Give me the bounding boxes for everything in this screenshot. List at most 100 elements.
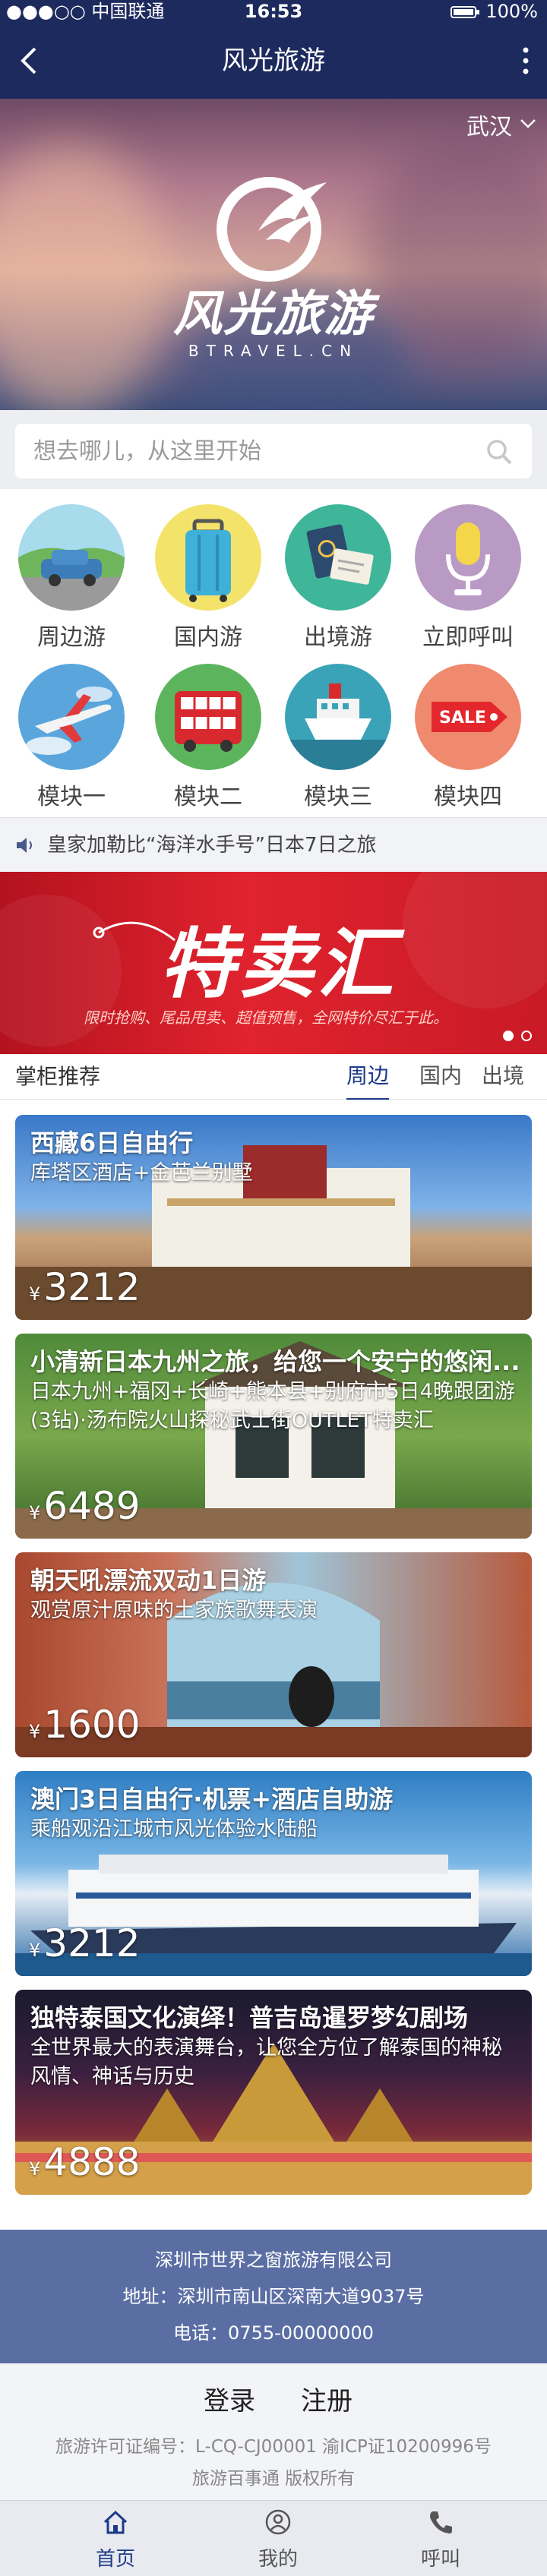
card-price: ¥4888 bbox=[29, 2140, 141, 2184]
company-name: 深圳市世界之窗旅游有限公司 bbox=[155, 2249, 392, 2271]
product-card[interactable]: 朝天吼漂流双动1日游 观赏原汁原味的土家族歌舞表演 ¥1600 bbox=[15, 1552, 532, 1757]
logo-subtext: BTRAVEL.CN bbox=[188, 342, 359, 360]
product-card[interactable]: 独特泰国文化演绎！普吉岛暹罗梦幻剧场 全世界最大的表演舞台，让您全方位了解泰国的… bbox=[15, 1990, 532, 2195]
status-bar: ●●●○○ 中国联通 16:53 100% bbox=[0, 0, 547, 23]
carousel-dot[interactable] bbox=[503, 1031, 514, 1041]
company-address: 地址：深圳市南山区深南大道9037号 bbox=[122, 2286, 425, 2307]
search-section bbox=[0, 410, 547, 489]
tab-zhoubian[interactable]: 周边 bbox=[346, 1054, 390, 1100]
card-price: ¥3212 bbox=[29, 1921, 141, 1965]
currency-symbol: ¥ bbox=[29, 1283, 41, 1305]
price-value: 4888 bbox=[43, 2140, 141, 2184]
register-link[interactable]: 注册 bbox=[301, 2380, 353, 2417]
module-chujing[interactable]: 出境游 bbox=[274, 489, 403, 651]
notice-text: 皇家加勒比“海洋水手号”日本7日之旅 bbox=[47, 834, 377, 857]
tab-label: 首页 bbox=[95, 2548, 135, 2571]
account-links: 登录 注册 旅游许可证编号：L-CQ-CJ00001 渝ICP证10200996… bbox=[0, 2363, 547, 2500]
module-1[interactable]: 模块一 bbox=[7, 649, 136, 810]
ship-icon bbox=[285, 683, 391, 770]
tab-label: 我的 bbox=[258, 2548, 298, 2571]
card-title: 小清新日本九州之旅，给您一个安宁的悠闲... bbox=[30, 1347, 520, 1376]
logo-icon bbox=[217, 177, 327, 282]
search-box bbox=[15, 424, 532, 478]
bottom-tab-bar: 首页 我的 呼叫 bbox=[0, 2500, 547, 2576]
module-zhoubian[interactable]: 周边游 bbox=[7, 489, 136, 651]
phone-icon bbox=[430, 2511, 452, 2533]
module-label: 模块三 bbox=[304, 784, 372, 810]
price-value: 6489 bbox=[43, 1484, 141, 1528]
banner-headline: 特卖汇 bbox=[160, 920, 397, 1009]
tab-label: 呼叫 bbox=[420, 2548, 460, 2571]
tab-guonei[interactable]: 国内 bbox=[419, 1054, 462, 1098]
currency-symbol: ¥ bbox=[29, 1502, 41, 1523]
module-3[interactable]: 模块三 bbox=[274, 649, 403, 810]
suitcase-icon bbox=[185, 519, 231, 602]
tab-mine[interactable]: 我的 bbox=[232, 2501, 324, 2576]
tab-call[interactable]: 呼叫 bbox=[395, 2501, 486, 2576]
card-subtitle: 观赏原汁原味的土家族歌舞表演 bbox=[30, 1599, 318, 1622]
search-input[interactable] bbox=[33, 424, 474, 478]
recommend-header: 掌柜推荐 周边 国内 出境 bbox=[0, 1054, 547, 1100]
currency-symbol: ¥ bbox=[29, 1940, 41, 1961]
copyright-text: 旅游百事通 版权所有 bbox=[191, 2469, 356, 2489]
license-text: 旅游许可证编号：L-CQ-CJ00001 渝ICP证10200996号 bbox=[55, 2437, 492, 2457]
card-title: 西藏6日自由行 bbox=[30, 1129, 194, 1157]
module-call[interactable]: 立即呼叫 bbox=[403, 489, 533, 651]
home-icon bbox=[103, 2510, 128, 2534]
currency-symbol: ¥ bbox=[29, 1721, 41, 1742]
module-guonei[interactable]: 国内游 bbox=[144, 489, 273, 651]
page-title: 风光旅游 bbox=[222, 46, 325, 76]
chevron-down-icon[interactable] bbox=[520, 118, 536, 129]
price-value: 3212 bbox=[43, 1265, 141, 1309]
tab-chujing[interactable]: 出境 bbox=[482, 1054, 524, 1098]
module-2[interactable]: 模块二 bbox=[144, 649, 273, 810]
card-title: 朝天吼漂流双动1日游 bbox=[30, 1566, 267, 1595]
product-card[interactable]: 澳门3日自由行·机票+酒店自助游 乘船观沿江城市风光体验水陆船 ¥3212 bbox=[15, 1771, 532, 1976]
module-4[interactable]: SALE 模块四 bbox=[403, 649, 533, 810]
module-label: 模块四 bbox=[434, 784, 502, 810]
card-price: ¥1600 bbox=[29, 1703, 141, 1747]
user-icon bbox=[265, 2509, 291, 2535]
currency-symbol: ¥ bbox=[29, 2158, 41, 2180]
card-subtitle: 库塔区酒店+金芭兰别墅 bbox=[30, 1161, 253, 1185]
module-label: 周边游 bbox=[37, 624, 106, 651]
airplane-icon bbox=[26, 687, 112, 755]
notice-bar[interactable]: 皇家加勒比“海洋水手号”日本7日之旅 bbox=[0, 817, 547, 872]
module-label: 国内游 bbox=[174, 624, 242, 651]
card-price: ¥6489 bbox=[29, 1484, 141, 1528]
speaker-icon bbox=[17, 838, 32, 853]
bus-icon bbox=[175, 691, 242, 752]
promo-banner[interactable]: 特卖汇 限时抢购、尾品甩卖、超值预售，全网特价尽汇于此。 bbox=[0, 872, 547, 1054]
card-subtitle: 日本九州+福冈+长崎+熊本县+别府市5日4晚跟团游(3钻)·汤布院火山探秘武士街… bbox=[30, 1380, 515, 1432]
card-price: ¥3212 bbox=[29, 1265, 141, 1309]
battery-percent: 100% bbox=[485, 1, 538, 22]
more-icon[interactable] bbox=[520, 44, 532, 77]
carousel-dot[interactable] bbox=[521, 1031, 532, 1041]
company-info: 深圳市世界之窗旅游有限公司 地址：深圳市南山区深南大道9037号 电话：0755… bbox=[0, 2230, 547, 2363]
product-card[interactable]: 西藏6日自由行 库塔区酒店+金芭兰别墅 ¥3212 bbox=[15, 1115, 532, 1320]
company-phone: 电话：0755-00000000 bbox=[173, 2322, 374, 2344]
battery-text: 100% bbox=[451, 0, 538, 23]
hero-banner: 武汉 风光旅游 BTRAVEL.CN bbox=[0, 99, 547, 410]
nav-bar: 风光旅游 bbox=[0, 23, 547, 99]
carousel-dots bbox=[495, 1030, 532, 1044]
sale-tag-icon: SALE bbox=[432, 702, 507, 732]
search-icon[interactable] bbox=[485, 437, 514, 466]
module-label: 立即呼叫 bbox=[422, 624, 514, 651]
banner-bg-shape bbox=[403, 872, 547, 1009]
passport-icon bbox=[306, 524, 374, 585]
tab-home[interactable]: 首页 bbox=[70, 2501, 161, 2576]
module-label: 模块一 bbox=[37, 784, 106, 810]
city-selector[interactable]: 武汉 bbox=[466, 108, 512, 141]
app-page: ●●●○○ 中国联通 16:53 100% 风光旅游 武汉 风光旅游 BTRAV… bbox=[0, 0, 547, 2576]
card-subtitle: 全世界最大的表演舞台，让您全方位了解泰国的神秘风情、神话与历史 bbox=[30, 2036, 502, 2088]
product-card[interactable]: 小清新日本九州之旅，给您一个安宁的悠闲... 日本九州+福冈+长崎+熊本县+别府… bbox=[15, 1334, 532, 1539]
section-title: 掌柜推荐 bbox=[15, 1064, 101, 1089]
module-label: 模块二 bbox=[174, 784, 242, 810]
card-subtitle: 乘船观沿江城市风光体验水陆船 bbox=[30, 1817, 318, 1841]
card-title: 独特泰国文化演绎！普吉岛暹罗梦幻剧场 bbox=[30, 2003, 469, 2032]
car-icon bbox=[18, 504, 125, 611]
logo-text: 风光旅游 bbox=[173, 286, 374, 343]
microphone-icon bbox=[446, 522, 490, 595]
login-link[interactable]: 登录 bbox=[204, 2380, 255, 2417]
